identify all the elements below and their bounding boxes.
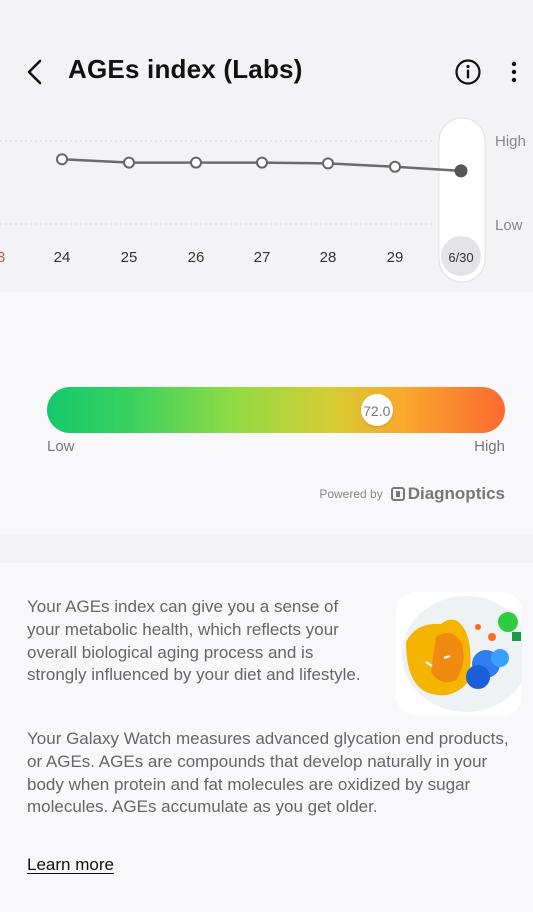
data-point[interactable] [389,160,401,173]
info-paragraph-2: Your Galaxy Watch measures advanced glyc… [27,729,509,817]
y-label-low: Low [495,217,523,234]
page-title: AGEs index (Labs) [68,54,303,84]
gauge-high-label: High [474,438,505,455]
data-point[interactable] [190,156,202,169]
powered-by-label: Powered by [319,487,383,501]
brand-name: Diagnoptics [407,484,505,503]
trend-chart-svg: 3 24 25 26 27 28 29 6/30 High Low [0,117,526,283]
gauge-value: 72.0 [363,403,391,419]
gauge-low-label: Low [47,438,75,455]
diagnoptics-logo-icon [390,487,405,501]
powered-by: Powered by Diagnoptics [319,484,505,504]
more-vertical-icon [511,61,517,83]
app-bar: AGEs index (Labs) [0,0,533,110]
x-tick-label[interactable]: 3 [0,249,5,266]
data-point[interactable] [322,157,334,170]
info-button[interactable] [454,58,482,86]
x-tick-label[interactable]: 28 [320,249,337,266]
x-tick-label[interactable]: 24 [54,249,71,266]
ages-molecules-illustration [396,592,522,715]
learn-more-link[interactable]: Learn more [27,855,114,875]
data-point[interactable] [454,164,468,178]
info-icon [455,59,481,85]
trend-chart: 3 24 25 26 27 28 29 6/30 High Low [0,110,533,292]
y-label-high: High [495,133,526,150]
x-tick-label[interactable]: 29 [387,249,404,266]
x-tick-label[interactable]: 26 [188,249,205,266]
data-point[interactable] [56,153,68,166]
chevron-left-icon [27,59,42,85]
info-paragraph-1: Your AGEs index can give you a sense of … [27,597,361,685]
x-tick-label[interactable]: 25 [121,249,138,266]
ages-gauge-bar [47,387,505,433]
brand: Diagnoptics [390,484,505,504]
x-tick-label[interactable]: 6/30 [448,250,473,265]
x-tick-label[interactable]: 27 [254,249,271,266]
back-button[interactable] [22,55,52,89]
data-point[interactable] [123,156,135,169]
data-point[interactable] [256,156,268,169]
more-options-button[interactable] [504,58,524,86]
